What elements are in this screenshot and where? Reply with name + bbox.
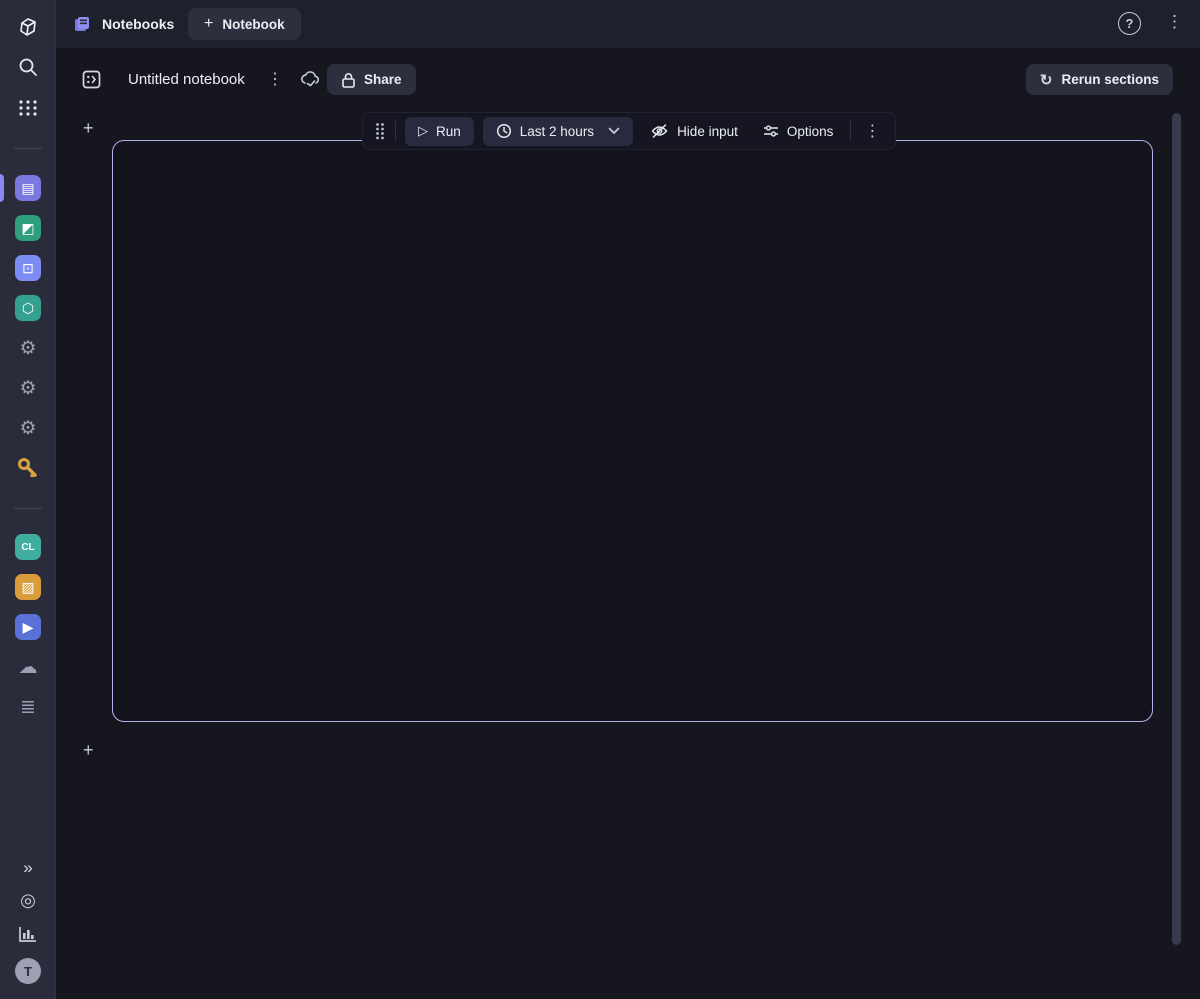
support-icon[interactable]: ◎	[0, 890, 56, 911]
sections-icon	[82, 70, 101, 89]
clouds-app-icon: ⬡	[15, 295, 41, 321]
dashboards-app-icon: ◩	[15, 215, 41, 241]
apps-grid-icon	[17, 97, 39, 119]
refresh-icon: ↻	[1040, 71, 1053, 89]
topbar: Notebooks + Notebook ? ⋮	[56, 0, 1200, 48]
sidebar-item-settings-2[interactable]: ⚙	[0, 375, 56, 401]
notebook-cell[interactable]	[112, 140, 1153, 722]
media-app-icon: ▶	[15, 614, 41, 640]
notebook-sections-button[interactable]	[82, 70, 101, 89]
sidebar-item-clouds[interactable]: ⬡	[0, 295, 56, 321]
share-button[interactable]: Share	[327, 64, 416, 95]
toolbar-divider	[395, 121, 396, 141]
options-button[interactable]: Options	[755, 117, 842, 146]
cloud-icon: ☁	[15, 654, 41, 680]
hide-input-button[interactable]: Hide input	[642, 117, 746, 146]
cloud-sync-icon	[299, 70, 321, 87]
workflows-app-icon: ⊡	[15, 255, 41, 281]
chevron-down-icon	[608, 127, 620, 135]
run-button[interactable]: ▷ Run	[405, 117, 474, 146]
sidebar-item-dashboards[interactable]: ◩	[0, 215, 56, 241]
sidebar-item-settings-1[interactable]: ⚙	[0, 335, 56, 361]
sidebar-divider	[14, 148, 42, 149]
cli-app-icon: CL	[15, 534, 41, 560]
sidebar-divider	[14, 508, 42, 509]
help-icon[interactable]: ?	[1118, 12, 1141, 35]
timeframe-selector[interactable]: Last 2 hours	[483, 117, 633, 146]
sidebar-item-notebooks[interactable]: ▤	[0, 175, 56, 201]
drag-handle-icon[interactable]	[374, 122, 386, 140]
usage-button[interactable]	[0, 924, 56, 944]
sidebar-item-workflows[interactable]: ⊡	[0, 255, 56, 281]
tab-notebooks-label: Notebooks	[102, 16, 174, 32]
sync-status-icon	[299, 70, 321, 87]
user-menu[interactable]: T	[0, 958, 56, 984]
sliders-icon	[763, 124, 779, 138]
key-icon	[15, 455, 41, 481]
avatar: T	[15, 958, 41, 984]
gear-icon: ⚙	[15, 415, 41, 441]
notebooks-tab-icon	[72, 14, 92, 34]
sidebar: ▤ ◩ ⊡ ⬡ ⚙ ⚙ ⚙ CL	[0, 0, 56, 999]
eye-off-icon	[650, 123, 669, 139]
bar-chart-icon	[18, 924, 38, 944]
hub-icon: ≣	[15, 694, 41, 720]
page-title[interactable]: Untitled notebook	[128, 71, 245, 88]
cell-kebab-icon[interactable]: ⋮	[860, 121, 884, 141]
sidebar-item-logs[interactable]: ▨	[0, 574, 56, 600]
new-notebook-button[interactable]: + Notebook	[188, 8, 301, 40]
add-section-button-top[interactable]: +	[83, 120, 99, 136]
toolbar-divider	[850, 121, 851, 141]
sidebar-item-hub[interactable]: ≣	[0, 694, 56, 720]
logs-app-icon: ▨	[15, 574, 41, 600]
cell-toolbar: ▷ Run Last 2 hours Hide input	[362, 112, 896, 150]
dynatrace-logo[interactable]	[0, 14, 56, 40]
vertical-scrollbar[interactable]	[1172, 113, 1181, 945]
add-section-button-bottom[interactable]: +	[83, 742, 99, 758]
app-launcher-button[interactable]	[0, 97, 56, 119]
lock-icon	[341, 72, 356, 88]
notebook-kebab-icon[interactable]: ⋮	[267, 69, 283, 89]
sidebar-item-access-keys[interactable]	[0, 455, 56, 481]
gear-icon: ⚙	[15, 375, 41, 401]
sidebar-item-cloud[interactable]: ☁	[0, 654, 56, 680]
search-icon	[17, 56, 39, 78]
sidebar-item-settings-3[interactable]: ⚙	[0, 415, 56, 441]
search-button[interactable]	[0, 56, 56, 78]
gear-icon: ⚙	[15, 335, 41, 361]
topbar-kebab-icon[interactable]: ⋮	[1166, 12, 1183, 32]
dynatrace-logo-icon	[15, 14, 41, 40]
tab-notebooks[interactable]: Notebooks	[72, 0, 174, 48]
app-root: Notebooks + Notebook ? ⋮	[0, 0, 1200, 999]
sidebar-item-cli[interactable]: CL	[0, 534, 56, 560]
rerun-sections-button[interactable]: ↻ Rerun sections	[1026, 64, 1173, 95]
clock-icon	[496, 123, 512, 139]
sidebar-item-media[interactable]: ▶	[0, 614, 56, 640]
expand-sidebar-button[interactable]: »	[0, 858, 56, 878]
notebooks-app-icon: ▤	[15, 175, 41, 201]
plus-icon: +	[204, 15, 213, 33]
play-icon: ▷	[418, 123, 428, 139]
